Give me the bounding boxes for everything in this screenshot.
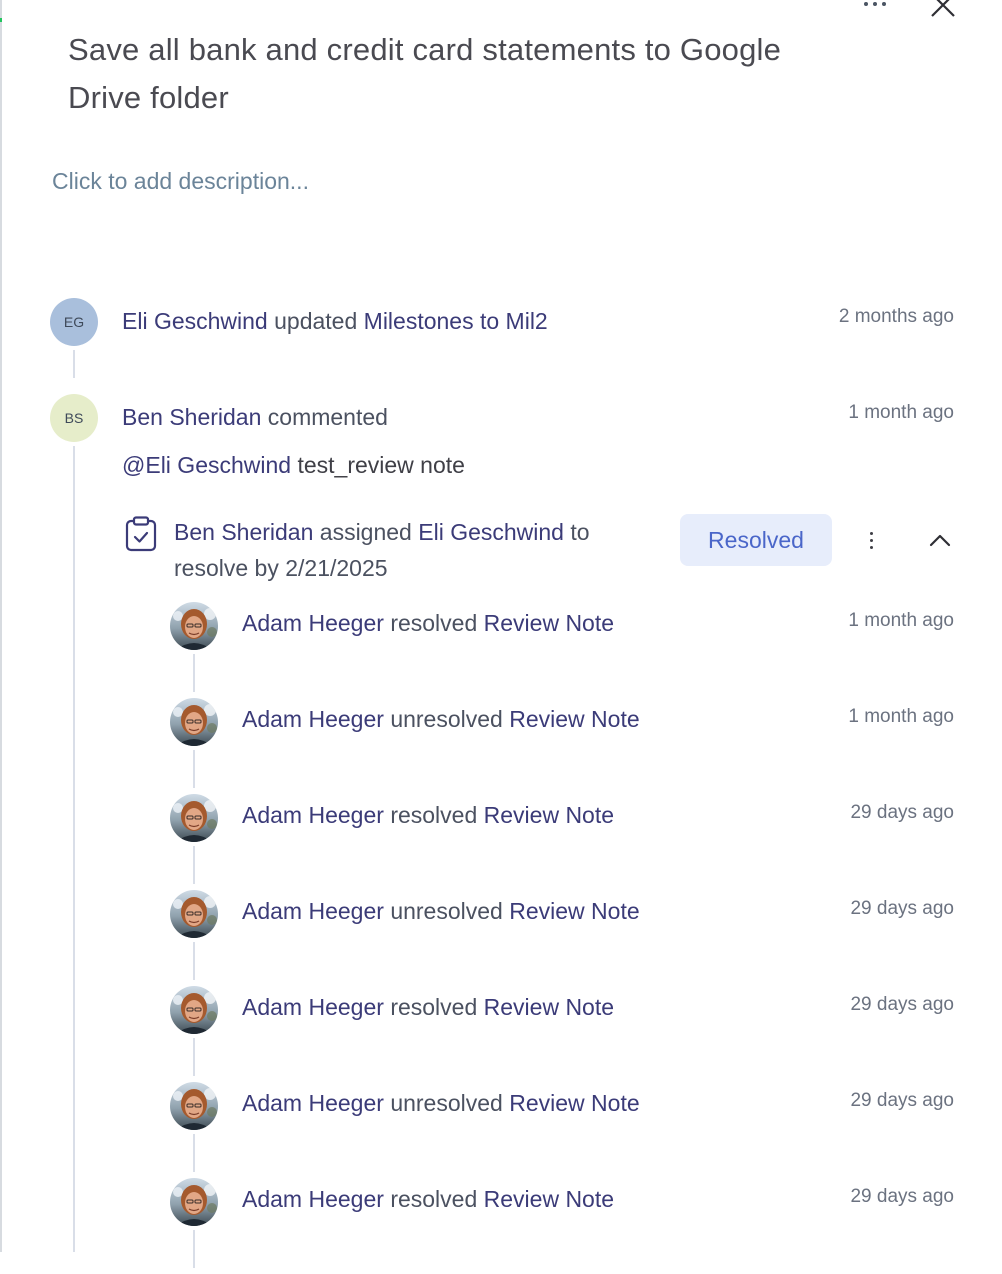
more-vertical-icon[interactable] (860, 526, 882, 554)
timeline-connector (193, 750, 195, 788)
panel-left-accent (0, 18, 2, 22)
timeline-connector (193, 846, 195, 884)
timestamp: 1 month ago (848, 610, 954, 631)
timestamp: 29 days ago (850, 1090, 954, 1111)
chevron-up-icon[interactable] (926, 528, 954, 552)
activity-entry-comment: Ben Sheridan commented (122, 404, 388, 431)
timestamp: 1 month ago (848, 706, 954, 727)
timeline-connector (193, 1038, 195, 1076)
timeline-connector (193, 654, 195, 692)
avatar (170, 1178, 218, 1226)
user-mention[interactable]: @Eli Geschwind (122, 452, 291, 478)
resolved-status-button[interactable]: Resolved (680, 514, 832, 566)
avatar (170, 602, 218, 650)
review-note-link[interactable]: Review Note (484, 1186, 614, 1212)
assignee-name[interactable]: Eli Geschwind (418, 519, 564, 545)
review-note-link[interactable]: Review Note (509, 706, 639, 732)
action-text: updated (274, 308, 358, 334)
user-name[interactable]: Adam Heeger (242, 898, 384, 924)
timeline-connector (193, 1230, 195, 1268)
review-note-link[interactable]: Review Note (509, 898, 639, 924)
action-text: unresolved (390, 706, 503, 732)
history-entry-text: Adam Heeger resolved Review Note (242, 1186, 614, 1213)
user-name[interactable]: Adam Heeger (242, 1090, 384, 1116)
timestamp: 2 months ago (838, 306, 954, 327)
user-name[interactable]: Adam Heeger (242, 706, 384, 732)
avatar: EG (50, 298, 98, 346)
assigned-text: assigned (319, 519, 412, 545)
history-entry-text: Adam Heeger unresolved Review Note (242, 1090, 640, 1117)
timestamp: 29 days ago (850, 802, 954, 823)
clipboard-check-icon (124, 516, 158, 552)
description-placeholder[interactable]: Click to add description... (52, 168, 309, 195)
activity-entry-update: Eli Geschwind updated Milestones to Mil2 (122, 308, 548, 335)
history-entry-text: Adam Heeger resolved Review Note (242, 802, 614, 829)
user-name[interactable]: Adam Heeger (242, 610, 384, 636)
avatar: BS (50, 394, 98, 442)
timestamp: 29 days ago (850, 898, 954, 919)
timeline-connector (73, 350, 75, 378)
review-note-link[interactable]: Review Note (509, 1090, 639, 1116)
avatar (170, 986, 218, 1034)
review-note-link[interactable]: Review Note (484, 994, 614, 1020)
timestamp: 29 days ago (850, 1186, 954, 1207)
timestamp: 1 month ago (848, 402, 954, 423)
assigner-name[interactable]: Ben Sheridan (174, 519, 313, 545)
action-text: resolved (390, 802, 478, 828)
action-text: resolved (390, 994, 478, 1020)
avatar (170, 794, 218, 842)
timeline-connector (193, 942, 195, 980)
review-note-link[interactable]: Review Note (484, 802, 614, 828)
history-entry-text: Adam Heeger resolved Review Note (242, 610, 614, 637)
review-note-link[interactable]: Review Note (484, 610, 614, 636)
action-text: resolved (390, 610, 478, 636)
to-text: to (570, 519, 590, 545)
action-text: unresolved (390, 1090, 503, 1116)
history-entry: Adam Heeger unresolved Review Note 29 da… (0, 1082, 1002, 1178)
timestamp: 29 days ago (850, 994, 954, 1015)
history-entry-text: Adam Heeger unresolved Review Note (242, 898, 640, 925)
comment-text: test_review note (297, 452, 465, 478)
history-entry: Adam Heeger resolved Review Note 29 days… (0, 794, 1002, 890)
avatar-initials: EG (63, 314, 85, 330)
history-entry: Adam Heeger resolved Review Note 29 days… (0, 986, 1002, 1082)
history-entry: Adam Heeger unresolved Review Note 29 da… (0, 890, 1002, 986)
avatar (170, 890, 218, 938)
user-name[interactable]: Adam Heeger (242, 994, 384, 1020)
timeline-connector (193, 1134, 195, 1172)
avatar (170, 698, 218, 746)
user-name[interactable]: Ben Sheridan (122, 404, 261, 430)
action-text: resolved (390, 1186, 478, 1212)
user-name[interactable]: Eli Geschwind (122, 308, 268, 334)
history-entry-text: Adam Heeger unresolved Review Note (242, 706, 640, 733)
more-options-icon[interactable] (858, 0, 892, 14)
user-name[interactable]: Adam Heeger (242, 802, 384, 828)
user-name[interactable]: Adam Heeger (242, 1186, 384, 1212)
action-text: unresolved (390, 898, 503, 924)
review-note-assignment: Ben Sheridan assigned Eli Geschwind to r… (174, 514, 664, 586)
task-title[interactable]: Save all bank and credit card statements… (68, 26, 788, 122)
update-target: Milestones to Mil2 (363, 308, 548, 334)
history-entry: Adam Heeger unresolved Review Note 1 mon… (0, 698, 1002, 794)
comment-body: @Eli Geschwind test_review note (122, 452, 465, 479)
action-text: commented (267, 404, 388, 430)
history-entry-text: Adam Heeger resolved Review Note (242, 994, 614, 1021)
avatar-initials: BS (64, 410, 84, 426)
history-entry: Adam Heeger resolved Review Note 1 month… (0, 602, 1002, 698)
close-icon[interactable] (926, 0, 962, 20)
history-entry: Adam Heeger resolved Review Note 29 days… (0, 1178, 1002, 1274)
avatar (170, 1082, 218, 1130)
due-date-text: resolve by 2/21/2025 (174, 555, 388, 581)
